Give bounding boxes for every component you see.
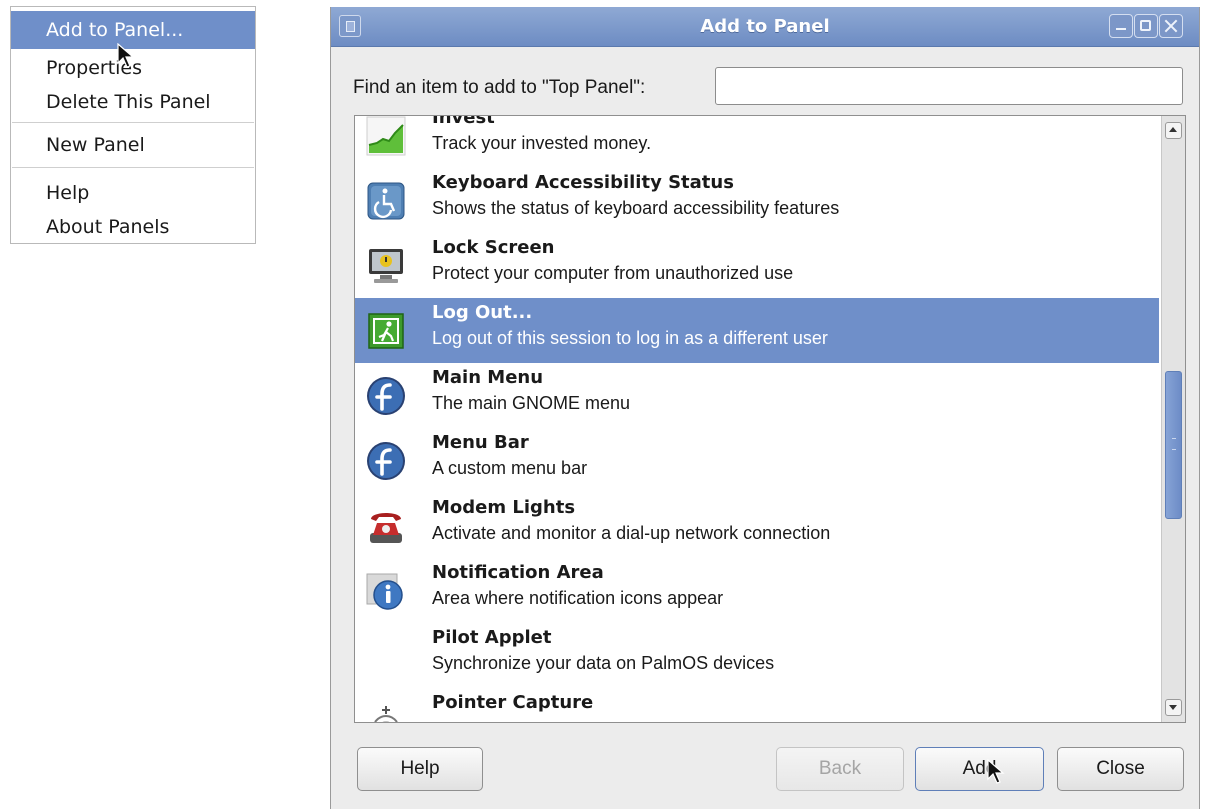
list-item[interactable]: Modem Lights Activate and monitor a dial… xyxy=(355,493,1159,558)
title-bar[interactable]: Add to Panel xyxy=(331,7,1199,47)
telephone-icon xyxy=(370,513,402,543)
menu-item-help[interactable]: Help xyxy=(11,176,255,210)
list-item[interactable]: Notification Area Area where notificatio… xyxy=(355,558,1159,623)
item-description: Shows the status of keyboard accessibili… xyxy=(432,198,840,218)
menu-separator xyxy=(12,167,254,168)
item-description: Activate and monitor a dial-up network c… xyxy=(432,523,831,543)
add-button[interactable]: Add xyxy=(915,747,1044,791)
scroll-thumb[interactable] xyxy=(1165,371,1182,519)
item-description: Log out of this session to log in as a d… xyxy=(432,328,828,348)
item-title: Menu Bar xyxy=(432,432,529,453)
info-icon xyxy=(366,573,403,610)
item-description: Protect your computer from unauthorized … xyxy=(432,263,794,283)
scroll-down-icon[interactable] xyxy=(1165,699,1182,716)
list-item[interactable]: Pilot Applet Synchronize your data on Pa… xyxy=(355,623,1159,688)
item-description: Area where notification icons appear xyxy=(432,588,724,608)
find-input[interactable] xyxy=(715,67,1183,105)
item-description: A custom menu bar xyxy=(432,458,588,478)
item-title: Pilot Applet xyxy=(432,627,552,648)
menu-item-delete-this-panel[interactable]: Delete This Panel xyxy=(11,85,255,119)
item-title: Modem Lights xyxy=(432,497,576,518)
item-title: Lock Screen xyxy=(432,237,555,258)
item-title: Pointer Capture xyxy=(432,692,594,713)
item-title: Invest xyxy=(432,116,495,128)
item-description: Synchronize your data on PalmOS devices xyxy=(432,653,775,673)
list-item[interactable]: Main Menu The main GNOME menu xyxy=(355,363,1159,428)
item-title: Log Out... xyxy=(432,302,533,323)
item-description: Track your invested money. xyxy=(432,133,652,153)
help-button[interactable]: Help xyxy=(357,747,483,791)
list-scrollbar[interactable] xyxy=(1161,116,1185,722)
applet-list[interactable]: Invest Track your invested money. Keyboa… xyxy=(354,115,1186,723)
list-item[interactable]: Pointer Capture xyxy=(355,688,1159,722)
item-title: Notification Area xyxy=(432,562,604,583)
panel-context-menu: Add to Panel... Properties Delete This P… xyxy=(10,6,256,244)
scroll-up-icon[interactable] xyxy=(1165,122,1182,139)
list-item[interactable]: Keyboard Accessibility Status Shows the … xyxy=(355,168,1159,233)
minimize-icon[interactable] xyxy=(1109,14,1133,38)
fedora-logo-icon xyxy=(367,377,405,415)
list-item-selected[interactable]: Log Out... Log out of this session to lo… xyxy=(355,298,1159,363)
menu-item-new-panel[interactable]: New Panel xyxy=(11,128,255,162)
log-out-icon xyxy=(368,313,404,349)
invest-chart-icon xyxy=(366,116,406,156)
fedora-logo-icon xyxy=(367,442,405,480)
window-title: Add to Panel xyxy=(700,16,830,37)
list-item[interactable]: Menu Bar A custom menu bar xyxy=(355,428,1159,493)
menu-separator xyxy=(12,122,254,123)
list-item[interactable]: Invest Track your invested money. xyxy=(355,116,1159,168)
mouse-pointer-icon xyxy=(987,759,1005,784)
maximize-icon[interactable] xyxy=(1134,14,1158,38)
item-title: Main Menu xyxy=(432,367,544,388)
list-item[interactable]: Lock Screen Protect your computer from u… xyxy=(355,233,1159,298)
menu-item-about-panels[interactable]: About Panels xyxy=(11,210,255,244)
item-description: The main GNOME menu xyxy=(432,393,631,413)
add-to-panel-dialog: Add to Panel Find an item to add to "Top… xyxy=(330,7,1200,809)
lock-screen-icon xyxy=(369,249,403,283)
accessibility-icon xyxy=(367,182,405,220)
item-title: Keyboard Accessibility Status xyxy=(432,172,734,193)
find-label: Find an item to add to "Top Panel": xyxy=(353,77,646,98)
pointer-capture-icon xyxy=(374,706,398,722)
mouse-pointer-icon xyxy=(117,43,135,68)
close-icon[interactable] xyxy=(1159,14,1183,38)
close-button[interactable]: Close xyxy=(1057,747,1184,791)
back-button[interactable]: Back xyxy=(776,747,904,791)
